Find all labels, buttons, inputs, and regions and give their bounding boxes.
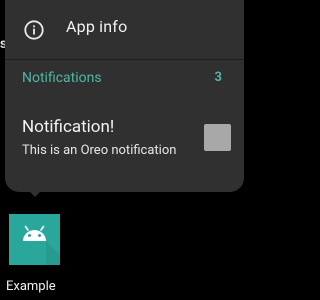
android-icon: [23, 225, 60, 265]
app-shortcut-popup: App info Notifications 3 Notification! T…: [5, 0, 244, 192]
info-circle-icon: [24, 20, 44, 40]
popup-pointer: [28, 190, 42, 197]
app-info-item[interactable]: App info: [5, 6, 244, 52]
notification-text: This is an Oreo notification: [22, 143, 177, 158]
notifications-header: Notifications: [22, 70, 102, 86]
menu-divider: [5, 59, 244, 60]
example-app-icon[interactable]: [9, 214, 60, 265]
notifications-count: 3: [214, 70, 222, 85]
app-label[interactable]: Example: [6, 279, 56, 294]
app-info-label: App info: [66, 17, 128, 36]
notification-thumbnail: [204, 124, 231, 151]
notification-title: Notification!: [22, 117, 115, 137]
